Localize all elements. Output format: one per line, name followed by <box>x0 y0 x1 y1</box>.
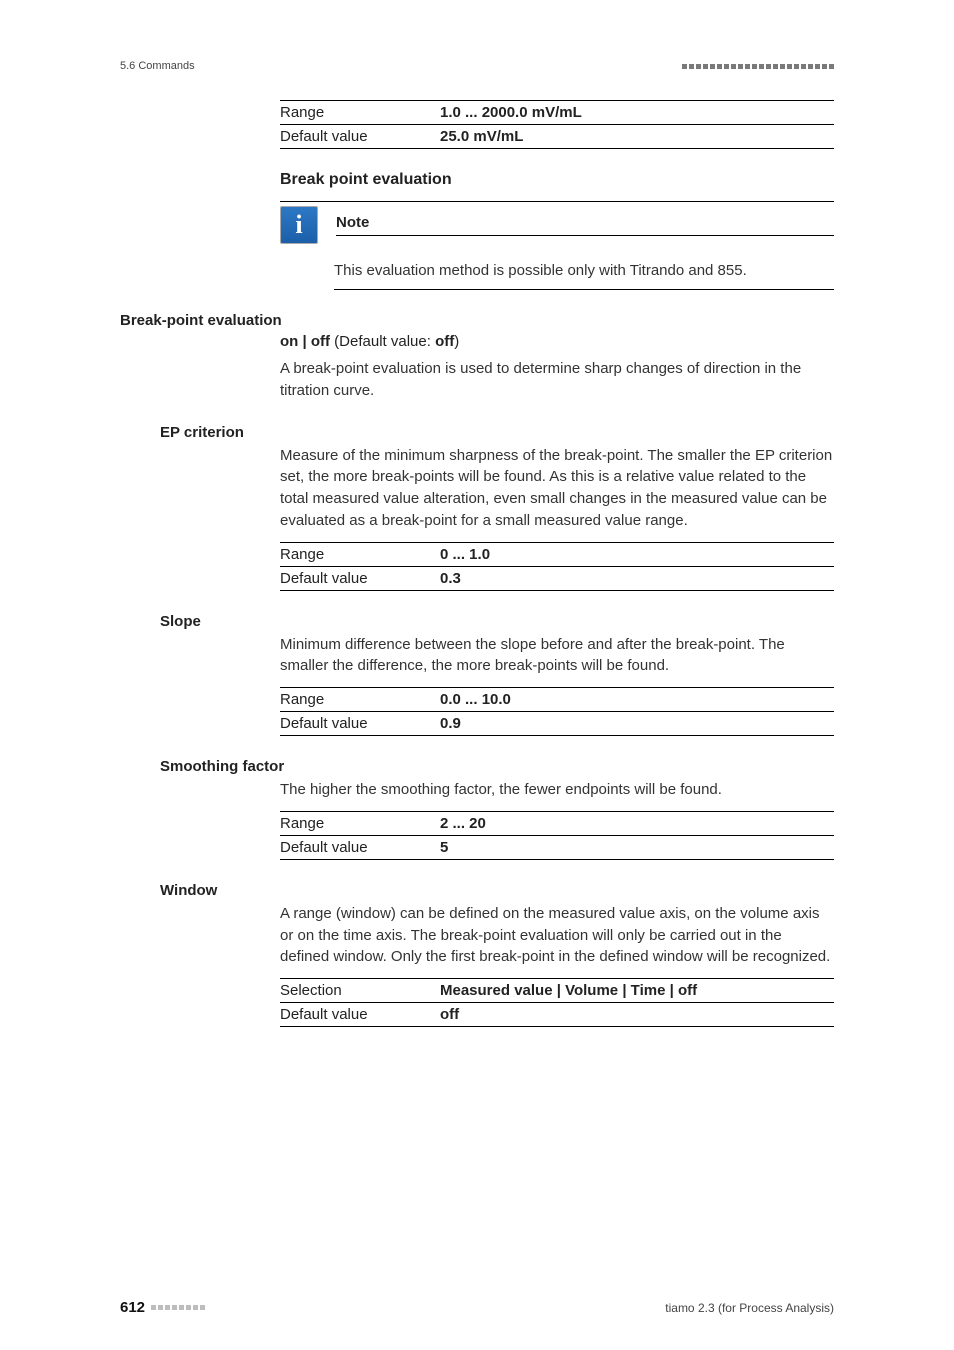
param-options: on | off (Default value: off) <box>280 333 834 350</box>
default-value: 0.3 <box>440 570 834 587</box>
default-value: 0.9 <box>440 715 834 732</box>
options-text: on | off <box>280 333 330 350</box>
note-box: i Note This evaluation method is possibl… <box>280 201 834 290</box>
note-title: Note <box>336 214 834 236</box>
range-value: 0.0 ... 10.0 <box>440 691 834 708</box>
param-desc-window: A range (window) can be defined on the m… <box>280 903 834 968</box>
range-label: Range <box>280 104 440 121</box>
default-value: 25.0 mV/mL <box>440 128 834 145</box>
section-heading-break-point-evaluation: Break point evaluation <box>280 171 834 189</box>
default-label: Default value <box>280 715 440 732</box>
range-label: Range <box>280 546 440 563</box>
selection-value: Measured value | Volume | Time | off <box>440 982 834 999</box>
page-number: 612 <box>120 1299 145 1316</box>
header-section: 5.6 Commands <box>120 60 195 72</box>
range-value: 2 ... 20 <box>440 815 834 832</box>
default-label: Default value <box>280 839 440 856</box>
default-label: Default value <box>280 1006 440 1023</box>
param-label-ep-criterion: EP criterion <box>160 424 834 441</box>
default-value: 5 <box>440 839 834 856</box>
param-desc-smoothing: The higher the smoothing factor, the few… <box>280 779 834 801</box>
range-value: 0 ... 1.0 <box>440 546 834 563</box>
close-paren: ) <box>454 333 459 350</box>
default-label: Default value <box>280 128 440 145</box>
param-desc-slope: Minimum difference between the slope bef… <box>280 634 834 678</box>
default-word: (Default value: <box>330 333 435 350</box>
default-label: Default value <box>280 570 440 587</box>
param-desc-bpe: A break-point evaluation is used to dete… <box>280 358 834 402</box>
info-icon: i <box>280 206 318 244</box>
param-label-smoothing-factor: Smoothing factor <box>160 758 834 775</box>
selection-label: Selection <box>280 982 440 999</box>
footer-text: tiamo 2.3 (for Process Analysis) <box>665 1301 834 1315</box>
range-label: Range <box>280 691 440 708</box>
note-body: This evaluation method is possible only … <box>334 262 834 290</box>
header-decoration <box>682 64 834 69</box>
param-label-window: Window <box>160 882 834 899</box>
range-label: Range <box>280 815 440 832</box>
range-value: 1.0 ... 2000.0 mV/mL <box>440 104 834 121</box>
default-val: off <box>435 333 454 350</box>
default-value: off <box>440 1006 834 1023</box>
footer-decoration <box>151 1305 205 1310</box>
param-desc-ep: Measure of the minimum sharpness of the … <box>280 445 834 532</box>
param-label-slope: Slope <box>160 613 834 630</box>
param-label-break-point-evaluation: Break-point evaluation <box>120 312 834 329</box>
